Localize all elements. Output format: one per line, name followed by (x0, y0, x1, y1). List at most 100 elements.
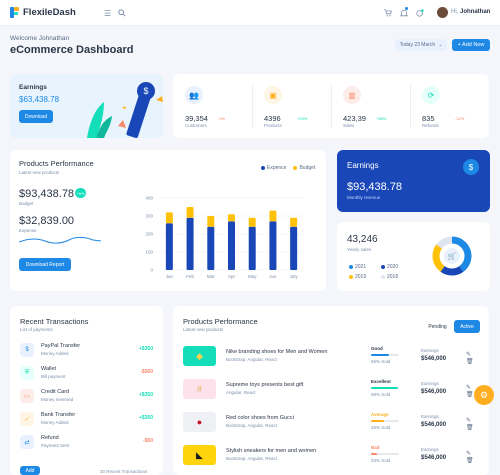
user-greeting[interactable]: Hi, Johnathan (451, 9, 490, 15)
sneaker-icon: ◣ (183, 445, 216, 465)
add-new-button[interactable]: + Add New (452, 39, 490, 51)
paypal-icon: $ (20, 343, 34, 357)
tab-pending[interactable]: Pending (424, 320, 451, 333)
date-label: Today 23 March (399, 42, 436, 48)
earnings-card: Earnings $63,438.78 Download $ (10, 74, 163, 138)
transaction-title: PayPal Transfer (41, 343, 81, 349)
card-subtitle: Latest new products (19, 170, 60, 175)
earnings-label: Earnings (421, 381, 439, 386)
stat-change: -12% (455, 116, 465, 121)
bar-expence (228, 221, 235, 270)
legend-budget: Budget (293, 165, 315, 171)
menu-icon[interactable]: ☰ (104, 9, 111, 18)
row-actions: ✎🗑 (466, 417, 479, 431)
bar-expence (248, 226, 256, 270)
product-tags: Bootstrap, Angular, React (226, 357, 278, 362)
avatar[interactable] (437, 7, 448, 18)
refresh-icon: ⇄ (20, 435, 34, 449)
search-icon[interactable] (118, 9, 126, 19)
logo[interactable]: FlexileDash (10, 7, 76, 18)
earnings-value: $546,000 (421, 389, 447, 395)
stat-item: ⟳ 835 -12% Refunds (410, 74, 489, 138)
transaction-subtitle: Payment Sent (41, 443, 70, 448)
delete-icon[interactable]: 🗑 (466, 458, 474, 464)
transaction-row[interactable]: ▭ Credit Card Money reversed +$350 (20, 386, 153, 408)
product-status: Average (371, 412, 389, 417)
product-status: Bad (371, 445, 380, 450)
edit-icon[interactable]: ✎ (466, 451, 471, 457)
bar-expence (186, 217, 194, 270)
edit-icon[interactable]: ✎ (466, 352, 471, 358)
transaction-amount: +$350 (138, 415, 153, 421)
transaction-row[interactable]: $ PayPal Transfer Money Added +$350 (20, 340, 153, 362)
legend-expense: Expence (261, 165, 286, 171)
progress-bar (371, 420, 399, 422)
yearly-sales-card: 43,246 Yearly sales 2021 2020 2019 2018 🛒 (337, 222, 490, 291)
red-shoe-icon: ● (183, 412, 216, 432)
transaction-row[interactable]: ⇄ Refund Payment Sent -$50 (20, 432, 153, 454)
legend-dot (381, 264, 385, 269)
earnings-sub: Monthly revenue (347, 195, 381, 200)
stat-value: 4396 (264, 114, 281, 123)
budget-value: $93,438.78 (19, 188, 75, 200)
progress-fill (371, 420, 384, 422)
stat-label: Customers (185, 123, 207, 128)
transaction-amount: +$350 (138, 346, 153, 352)
edit-icon[interactable]: ✎ (466, 385, 471, 391)
product-row[interactable]: ◣ Stylish sneakers for men and women Boots… (183, 445, 479, 467)
card-title: Earnings (347, 161, 379, 170)
expense-label: Expense (19, 228, 37, 233)
budget-label: Budget (19, 201, 34, 206)
download-report-button[interactable]: Download Report (19, 258, 71, 271)
transaction-title: Credit Card (41, 389, 70, 395)
shoe-icon: ◆ (183, 346, 216, 366)
transaction-subtitle: Bill payment (41, 374, 66, 379)
budget-badge: +9% (75, 188, 86, 198)
y-tick-label: 400 (145, 196, 153, 201)
bar-expence (290, 226, 298, 270)
transaction-title: Refund (41, 435, 59, 441)
edit-icon[interactable]: ✎ (466, 418, 471, 424)
settings-fab[interactable]: ⚙ (474, 385, 494, 405)
y-tick-label: 200 (145, 232, 153, 237)
progress-bar (371, 453, 399, 455)
tab-active[interactable]: Active (454, 320, 480, 333)
expense-value: $32,839.00 (19, 215, 75, 227)
legend-item: 2021 (349, 264, 366, 270)
product-status: Excellent (371, 379, 391, 384)
product-tags: Bootstrap, Angular, React (226, 423, 278, 428)
yearly-donut-chart: 🛒 (432, 236, 472, 276)
delete-icon[interactable]: 🗑 (466, 425, 474, 431)
progress-bar (371, 387, 399, 389)
download-button[interactable]: Download (19, 110, 53, 123)
box-icon: ▣ (264, 86, 282, 104)
apps-icon[interactable] (416, 9, 424, 19)
expense-sparkline (19, 236, 101, 244)
transaction-title: Bank Transfer (41, 412, 76, 418)
date-picker[interactable]: Today 23 March ⌄ (395, 39, 447, 51)
product-row[interactable]: # Supreme toys presents best gift Angular,… (183, 379, 479, 401)
stat-change: +23% (297, 116, 308, 121)
transaction-row[interactable]: ⛨ Wallet Bill payment -$560 (20, 363, 153, 385)
cart-icon[interactable] (384, 9, 392, 19)
bell-icon[interactable] (399, 9, 409, 19)
legend-item: 2020 (381, 264, 398, 270)
product-title: Supreme toys presents best gift (226, 382, 304, 388)
stat-change: -9% (218, 116, 226, 121)
x-tick-label: Feb (186, 274, 194, 279)
add-transaction-button[interactable]: Add (20, 466, 40, 475)
product-tags: Bootstrap, Angular, React (226, 456, 278, 461)
monthly-earnings-card: Earnings $93,438.78 Monthly revenue $ (337, 150, 490, 212)
cart-icon: 🛒 (448, 252, 457, 261)
recent-transactions-link[interactable]: 20 Recent Transactions (100, 469, 147, 474)
product-row[interactable]: ◆ Nike branding shoes for Men and Women Bo… (183, 346, 479, 368)
settings-icon: ⚙ (479, 389, 489, 400)
transaction-row[interactable]: ✓ Bank Transfer Money Added +$350 (20, 409, 153, 431)
product-sold: 23% Sold (371, 458, 391, 463)
delete-icon[interactable]: 🗑 (466, 359, 474, 365)
card-subtitle: List of payments (20, 327, 53, 332)
earnings-value: $93,438.78 (347, 181, 403, 193)
delete-icon[interactable]: 🗑 (466, 392, 474, 398)
bar-budget (290, 217, 298, 227)
product-row[interactable]: ● Red color shoes from Gucci Bootstrap, An… (183, 412, 479, 434)
